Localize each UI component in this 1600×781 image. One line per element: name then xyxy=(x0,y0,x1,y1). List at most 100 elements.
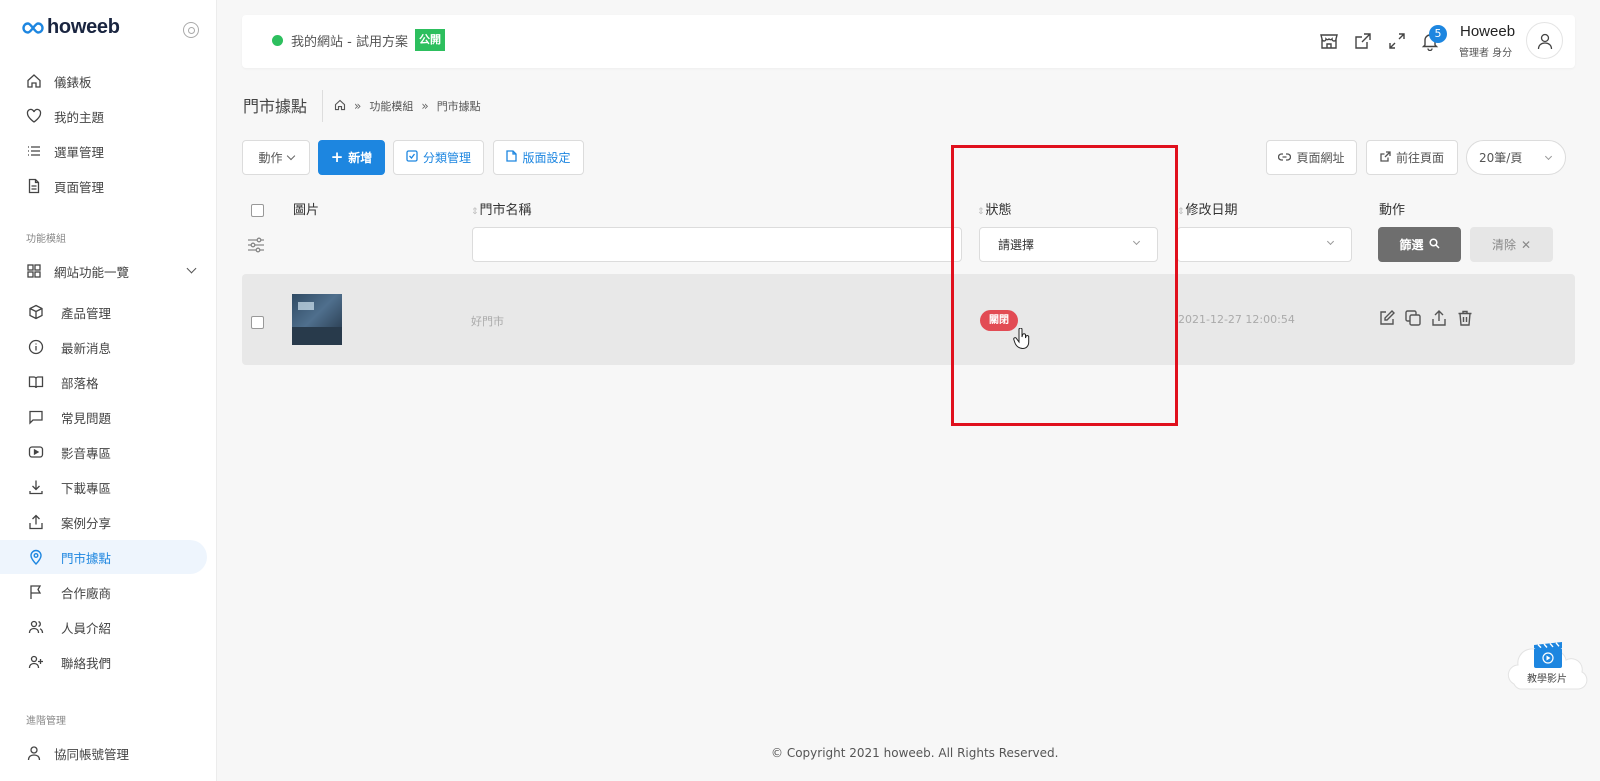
user-plus-icon xyxy=(27,653,45,671)
user-avatar-icon xyxy=(1537,33,1552,49)
column-header-actions: 動作 xyxy=(1379,203,1406,218)
sidebar-item-label: 部落格 xyxy=(61,375,99,391)
sidebar-item-label: 人員介紹 xyxy=(61,620,112,636)
hand-cursor-icon xyxy=(1013,328,1030,350)
book-icon xyxy=(27,373,45,391)
column-header-modified-date[interactable]: ⇕修改日期 xyxy=(1177,199,1238,218)
chevron-down-icon xyxy=(1544,152,1553,161)
home-icon[interactable] xyxy=(334,99,346,114)
checkbox-icon xyxy=(406,150,418,165)
sidebar-item-site-features[interactable]: 網站功能一覽 xyxy=(0,254,207,288)
public-badge: 公開 xyxy=(415,29,445,51)
list-icon xyxy=(25,142,43,160)
sidebar-item-contact[interactable]: 聯絡我們 xyxy=(0,645,207,679)
column-header-label: 修改日期 xyxy=(1185,203,1238,218)
notification-badge: 5 xyxy=(1429,25,1447,43)
layout-settings-button[interactable]: 版面設定 xyxy=(493,140,584,175)
edit-icon[interactable] xyxy=(1378,309,1396,327)
external-link-icon[interactable] xyxy=(1353,31,1373,51)
modified-date-cell: 2021-12-27 12:00:54 xyxy=(1178,313,1295,326)
chat-icon xyxy=(27,408,45,426)
sidebar-item-label: 門市據點 xyxy=(61,550,112,566)
site-name[interactable]: 我的網站 - 試用方案 xyxy=(291,31,408,50)
users-icon xyxy=(27,618,45,636)
sidebar-settings-icon[interactable] xyxy=(183,22,199,38)
column-header-store-name[interactable]: ⇕門市名稱 xyxy=(471,199,532,218)
avatar[interactable] xyxy=(1526,22,1563,59)
sidebar-item-label: 常見問題 xyxy=(61,410,112,426)
row-checkbox[interactable] xyxy=(251,316,264,329)
sidebar-item-label: 協同帳號管理 xyxy=(54,746,130,762)
sidebar-item-label: 選單管理 xyxy=(54,144,105,160)
sidebar-item-label: 儀錶板 xyxy=(54,74,92,90)
sidebar-item-dashboard[interactable]: 儀錶板 xyxy=(0,64,207,98)
sidebar-item-label: 影音專區 xyxy=(61,445,112,461)
sidebar-item-downloads[interactable]: 下載專區 xyxy=(0,470,207,504)
sidebar-item-collab-accounts[interactable]: 協同帳號管理 xyxy=(0,736,207,770)
store-name-filter-input[interactable] xyxy=(472,227,962,262)
clear-filter-button[interactable]: 清除 ✕ xyxy=(1470,227,1553,262)
table-row xyxy=(242,274,1575,365)
store-thumbnail[interactable] xyxy=(292,294,342,345)
title-divider xyxy=(322,90,323,122)
infinity-logo-icon xyxy=(22,21,44,34)
site-status-dot xyxy=(272,35,283,46)
sidebar-item-faq[interactable]: 常見問題 xyxy=(0,400,207,434)
trash-icon[interactable] xyxy=(1456,309,1474,327)
filter-button[interactable]: 篩選 xyxy=(1378,227,1461,262)
share-icon[interactable] xyxy=(1430,309,1448,327)
sidebar-item-label: 頁面管理 xyxy=(54,179,105,195)
nav-group-modules: 功能模組 xyxy=(26,234,66,245)
tutorial-video-widget[interactable] xyxy=(1504,636,1592,700)
search-icon xyxy=(1428,237,1440,252)
page-url-button[interactable]: 頁面網址 xyxy=(1266,140,1357,175)
sidebar-item-video[interactable]: 影音專區 xyxy=(0,435,207,469)
category-manage-button[interactable]: 分類管理 xyxy=(393,140,484,175)
heart-icon xyxy=(25,107,43,125)
breadcrumb-item-current: 門市據點 xyxy=(436,100,481,113)
highlight-box xyxy=(951,145,1178,426)
goto-page-button[interactable]: 前往頁面 xyxy=(1366,140,1458,175)
sliders-icon[interactable] xyxy=(246,235,266,255)
add-new-button[interactable]: + 新增 xyxy=(318,140,385,175)
breadcrumb-separator-icon: » xyxy=(421,99,429,113)
chevron-down-icon xyxy=(286,151,295,161)
select-all-checkbox[interactable] xyxy=(251,204,264,217)
store-name-cell: 好門市 xyxy=(471,315,504,328)
sidebar-item-label: 案例分享 xyxy=(61,515,112,531)
per-page-select[interactable]: 20筆/頁 xyxy=(1466,140,1566,175)
category-manage-label: 分類管理 xyxy=(422,151,471,165)
breadcrumb-item-modules[interactable]: 功能模組 xyxy=(369,98,413,114)
sidebar-item-team[interactable]: 人員介紹 xyxy=(0,610,207,644)
link-icon xyxy=(1278,151,1292,165)
logo-text: howeeb xyxy=(47,16,120,38)
date-filter-select[interactable] xyxy=(1177,227,1352,262)
user-role: 管理者 身分 xyxy=(1459,48,1513,59)
close-icon: ✕ xyxy=(1520,237,1532,252)
action-dropdown-label: 動作 xyxy=(258,151,283,165)
tutorial-video-label[interactable]: 教學影片 xyxy=(1527,670,1567,685)
sidebar-item-my-themes[interactable]: 我的主題 xyxy=(0,99,207,133)
sidebar-item-blog[interactable]: 部落格 xyxy=(0,365,207,399)
download-icon xyxy=(27,478,45,496)
sidebar-item-label: 聯絡我們 xyxy=(61,655,112,671)
breadcrumb-separator-icon: » xyxy=(354,99,362,113)
store-icon[interactable] xyxy=(1319,31,1339,51)
grid-icon xyxy=(25,262,43,280)
logo[interactable]: howeeb xyxy=(22,16,120,39)
action-dropdown-button[interactable]: 動作 xyxy=(242,140,310,175)
share-icon xyxy=(27,513,45,531)
sidebar-item-news[interactable]: 最新消息 xyxy=(0,330,207,364)
sidebar-item-pages[interactable]: 頁面管理 xyxy=(0,169,207,203)
page-title: 門市據點 xyxy=(243,97,308,116)
sidebar-item-cases[interactable]: 案例分享 xyxy=(0,505,207,539)
sidebar-item-products[interactable]: 產品管理 xyxy=(0,295,207,329)
sidebar-item-partners[interactable]: 合作廠商 xyxy=(0,575,207,609)
breadcrumb: » 功能模組 » 門市據點 xyxy=(334,98,481,114)
sidebar-item-menu[interactable]: 選單管理 xyxy=(0,134,207,168)
filter-button-label: 篩選 xyxy=(1399,238,1424,252)
sidebar-item-stores[interactable]: 門市據點 xyxy=(0,540,207,574)
copy-icon[interactable] xyxy=(1404,309,1422,327)
add-new-label: 新增 xyxy=(348,151,373,165)
fullscreen-icon[interactable] xyxy=(1387,31,1407,51)
